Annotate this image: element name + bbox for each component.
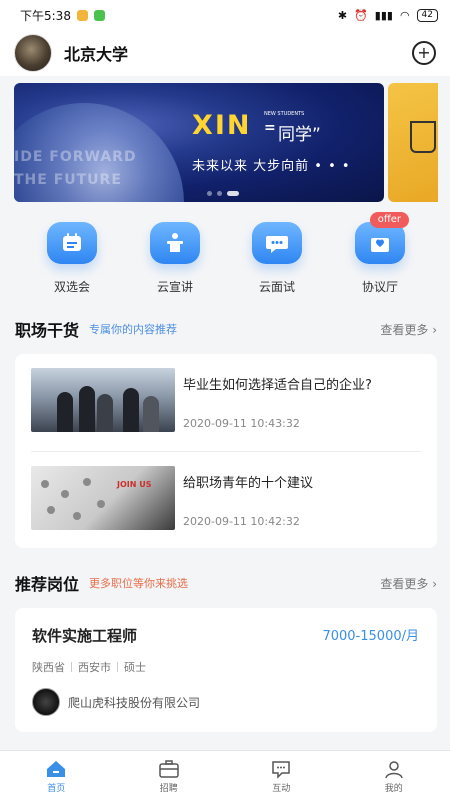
quick-item-yunmianshi[interactable]: 云面试 (237, 222, 317, 295)
wifi-icon: ◠ (400, 9, 410, 22)
articles-card: 毕业生如何选择适合自己的企业? 2020-09-11 10:43:32 JOIN… (15, 354, 437, 548)
tab-label: 首页 (47, 781, 65, 794)
banner-classmate: 同学” (278, 120, 321, 145)
article-date: 2020-09-11 10:42:32 (183, 515, 313, 528)
view-more-link[interactable]: 查看更多 › (380, 575, 437, 592)
alarm-icon: ⏰ (354, 9, 368, 22)
quick-item-yunxuanjiang[interactable]: 云宣讲 (135, 222, 215, 295)
notification-app-icon (77, 10, 88, 21)
banner-headline: XIN (192, 110, 251, 141)
job-title: 软件实施工程师 (32, 625, 137, 646)
article-item[interactable]: JOIN US 给职场青年的十个建议 2020-09-11 10:42:32 (31, 466, 421, 532)
battery-icon: 42 (417, 9, 438, 22)
quick-item-label: 双选会 (32, 278, 112, 295)
job-card[interactable]: 软件实施工程师 7000-15000/月 陕西省 西安市 硕士 爬山虎科技股份有… (15, 608, 437, 732)
carousel-dots[interactable] (207, 191, 239, 196)
job-tags: 陕西省 西安市 硕士 (32, 659, 146, 675)
chat-bubble-icon (252, 222, 302, 264)
job-salary: 7000-15000/月 (322, 625, 419, 644)
notification-wechat-icon (94, 10, 105, 21)
home-icon (45, 759, 67, 779)
articles-section-header: 职场干货 专属你的内容推荐 查看更多 › (15, 318, 437, 340)
heart-mail-icon: offer (355, 222, 405, 264)
tab-label: 招聘 (160, 781, 178, 794)
message-icon (270, 759, 292, 779)
join-us-text: JOIN US (117, 480, 152, 489)
company-info: 爬山虎科技股份有限公司 (32, 688, 200, 716)
section-subtitle: 专属你的内容推荐 (89, 321, 177, 337)
podium-icon (150, 222, 200, 264)
briefcase-icon (158, 759, 180, 779)
status-time: 下午5:38 (20, 7, 71, 24)
article-thumbnail (31, 368, 175, 432)
carousel-dot[interactable] (217, 191, 222, 196)
top-header: 北京大学 + (0, 30, 450, 76)
banner-tag: NEW STUDENTS (264, 111, 304, 117)
job-tag-province: 陕西省 (32, 659, 65, 675)
banner-equals: = (264, 120, 276, 136)
company-name: 爬山虎科技股份有限公司 (68, 694, 200, 711)
quick-item-label: 云宣讲 (135, 278, 215, 295)
quick-entries: 双选会 云宣讲 云面试 offer 协议厅 (0, 222, 450, 302)
offer-badge: offer (370, 212, 409, 228)
quick-item-label: 协议厅 (340, 278, 420, 295)
bluetooth-icon: ✱ (338, 9, 347, 22)
add-button[interactable]: + (412, 41, 436, 65)
university-name[interactable]: 北京大学 (64, 41, 128, 65)
company-logo (32, 688, 60, 716)
view-more-link[interactable]: 查看更多 › (380, 321, 437, 338)
carousel-dot[interactable] (207, 191, 212, 196)
bottom-tab-bar: 首页 招聘 互动 我的 (0, 750, 450, 801)
tab-home[interactable]: 首页 (0, 751, 113, 801)
banner-bg-text-1: IDE FORWARD (14, 149, 137, 165)
article-title: 给职场青年的十个建议 (183, 472, 313, 491)
job-tag-city: 西安市 (78, 659, 111, 675)
cup-graphic (410, 121, 436, 153)
job-tag-degree: 硕士 (124, 659, 146, 675)
tab-recruit[interactable]: 招聘 (113, 751, 226, 801)
article-item[interactable]: 毕业生如何选择适合自己的企业? 2020-09-11 10:43:32 (31, 368, 421, 434)
plus-icon: + (417, 45, 430, 61)
banner-next-slide[interactable] (388, 83, 438, 202)
carousel-dot-active[interactable] (227, 191, 239, 196)
article-date: 2020-09-11 10:43:32 (183, 417, 372, 430)
banner-bg-text-2: THE FUTURE (14, 172, 122, 188)
section-title: 推荐岗位 (15, 571, 79, 595)
section-subtitle: 更多职位等你来挑选 (89, 575, 188, 591)
divider (31, 451, 421, 452)
person-icon (383, 759, 405, 779)
article-title: 毕业生如何选择适合自己的企业? (183, 374, 372, 393)
tab-interact[interactable]: 互动 (225, 751, 338, 801)
tab-label: 我的 (385, 781, 403, 794)
status-bar: 下午5:38 ✱ ⏰ ▮▮▮ ◠ 42 (0, 0, 450, 30)
signal-icon: ▮▮▮ (375, 9, 393, 22)
article-thumbnail: JOIN US (31, 466, 175, 530)
university-avatar[interactable] (14, 34, 52, 72)
calendar-icon (47, 222, 97, 264)
banner-slogan: 未来以来 大步向前 • • • (192, 155, 351, 174)
section-title: 职场干货 (15, 317, 79, 341)
tab-mine[interactable]: 我的 (338, 751, 450, 801)
jobs-section-header: 推荐岗位 更多职位等你来挑选 查看更多 › (15, 572, 437, 594)
quick-item-shuangxuanhui[interactable]: 双选会 (32, 222, 112, 295)
quick-item-label: 云面试 (237, 278, 317, 295)
banner-carousel[interactable]: IDE FORWARD THE FUTURE XIN NEW STUDENTS … (14, 83, 384, 202)
quick-item-xieyiting[interactable]: offer 协议厅 (340, 222, 420, 295)
tab-label: 互动 (272, 781, 290, 794)
